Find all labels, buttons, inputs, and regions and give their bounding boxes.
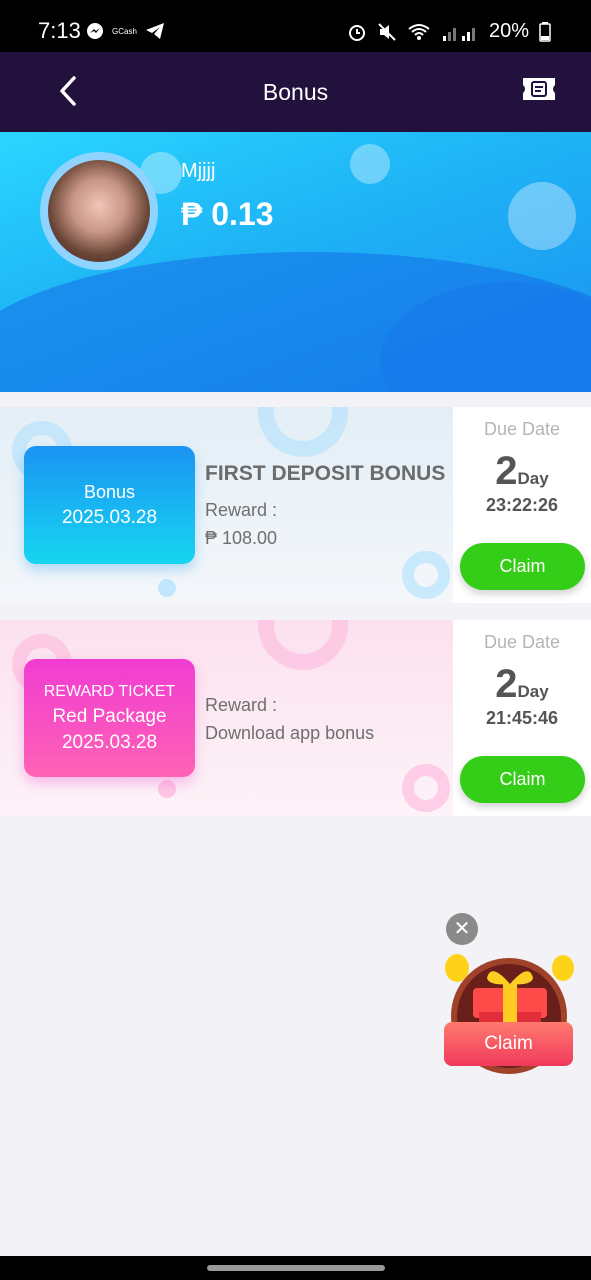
status-right-icons: 20% bbox=[347, 20, 551, 43]
telegram-icon bbox=[145, 23, 164, 39]
ticket-button[interactable] bbox=[521, 74, 557, 104]
bonus-info: FIRST DEPOSIT BONUS Reward : ₱ 108.00 bbox=[205, 462, 445, 552]
decor-ring bbox=[402, 764, 450, 812]
bonus-card: Bonus 2025.03.28 FIRST DEPOSIT BONUS Rew… bbox=[0, 407, 591, 603]
reward-info: Reward : Download app bonus bbox=[205, 691, 374, 747]
ticket-icon bbox=[523, 78, 555, 100]
battery-icon bbox=[539, 21, 551, 42]
page-title: Bonus bbox=[262, 79, 329, 105]
tag-date: 2025.03.28 bbox=[61, 507, 158, 528]
signal-icon bbox=[442, 27, 475, 41]
status-left-icons: GCash bbox=[86, 22, 165, 40]
tag-title: Bonus bbox=[83, 482, 136, 502]
battery-percent: 20% bbox=[488, 20, 529, 42]
tag-subtitle: REWARD TICKET bbox=[43, 683, 176, 700]
decor-ring bbox=[402, 551, 450, 599]
app-header: Bonus bbox=[0, 52, 591, 132]
bonus-heading: FIRST DEPOSIT BONUS bbox=[205, 462, 446, 485]
status-bar: 7:13 GCash 20% bbox=[0, 0, 591, 52]
alarm-icon bbox=[348, 24, 365, 41]
banner-bubble bbox=[350, 144, 390, 184]
decor-ring bbox=[258, 407, 348, 457]
claim-button[interactable]: Claim bbox=[460, 543, 585, 590]
days-number: 2 bbox=[495, 662, 518, 706]
bonus-tag: Bonus 2025.03.28 bbox=[24, 446, 195, 564]
due-days: 2Day bbox=[453, 449, 591, 494]
due-days: 2Day bbox=[453, 662, 591, 707]
gift-claim-button[interactable]: Claim bbox=[444, 1022, 573, 1066]
mute-icon bbox=[378, 22, 396, 41]
messenger-icon bbox=[87, 23, 103, 39]
username: Mjjjj bbox=[181, 160, 216, 182]
claim-button[interactable]: Claim bbox=[460, 756, 585, 803]
profile-banner: Mjjjj ₱ 0.13 bbox=[0, 132, 591, 392]
days-unit: Day bbox=[517, 682, 549, 701]
home-handle[interactable] bbox=[207, 1265, 385, 1271]
wifi-icon bbox=[408, 23, 430, 40]
due-date-panel: Due Date 2Day 23:22:26 Claim bbox=[453, 407, 591, 603]
avatar[interactable] bbox=[40, 152, 158, 270]
days-number: 2 bbox=[495, 449, 518, 493]
decor-ring bbox=[258, 620, 348, 670]
due-date-label: Due Date bbox=[483, 632, 561, 652]
gcash-icon: GCash bbox=[112, 26, 137, 36]
reward-label: Reward : bbox=[205, 500, 278, 520]
tag-date: 2025.03.28 bbox=[61, 732, 158, 753]
countdown: 23:22:26 bbox=[485, 495, 559, 515]
decor-ring bbox=[158, 780, 176, 798]
reward-value: Download app bonus bbox=[205, 723, 375, 743]
reward-ticket-tag: REWARD TICKET Red Package 2025.03.28 bbox=[24, 659, 195, 777]
status-time: 7:13 bbox=[38, 18, 81, 43]
reward-value: ₱ 108.00 bbox=[205, 528, 278, 548]
banner-bubble bbox=[508, 182, 576, 250]
avatar-image bbox=[48, 160, 150, 262]
due-date-panel: Due Date 2Day 21:45:46 Claim bbox=[453, 620, 591, 816]
reward-ticket-card: REWARD TICKET Red Package 2025.03.28 Rew… bbox=[0, 620, 591, 816]
navigation-bar bbox=[0, 1256, 591, 1280]
countdown: 21:45:46 bbox=[485, 708, 559, 728]
decor-ring bbox=[158, 579, 176, 597]
days-unit: Day bbox=[517, 469, 549, 488]
tag-title: Red Package bbox=[52, 706, 167, 727]
balance: ₱ 0.13 bbox=[181, 196, 274, 232]
close-gift-button[interactable]: ✕ bbox=[446, 913, 478, 945]
due-date-label: Due Date bbox=[483, 419, 561, 439]
reward-label: Reward : bbox=[205, 695, 278, 715]
